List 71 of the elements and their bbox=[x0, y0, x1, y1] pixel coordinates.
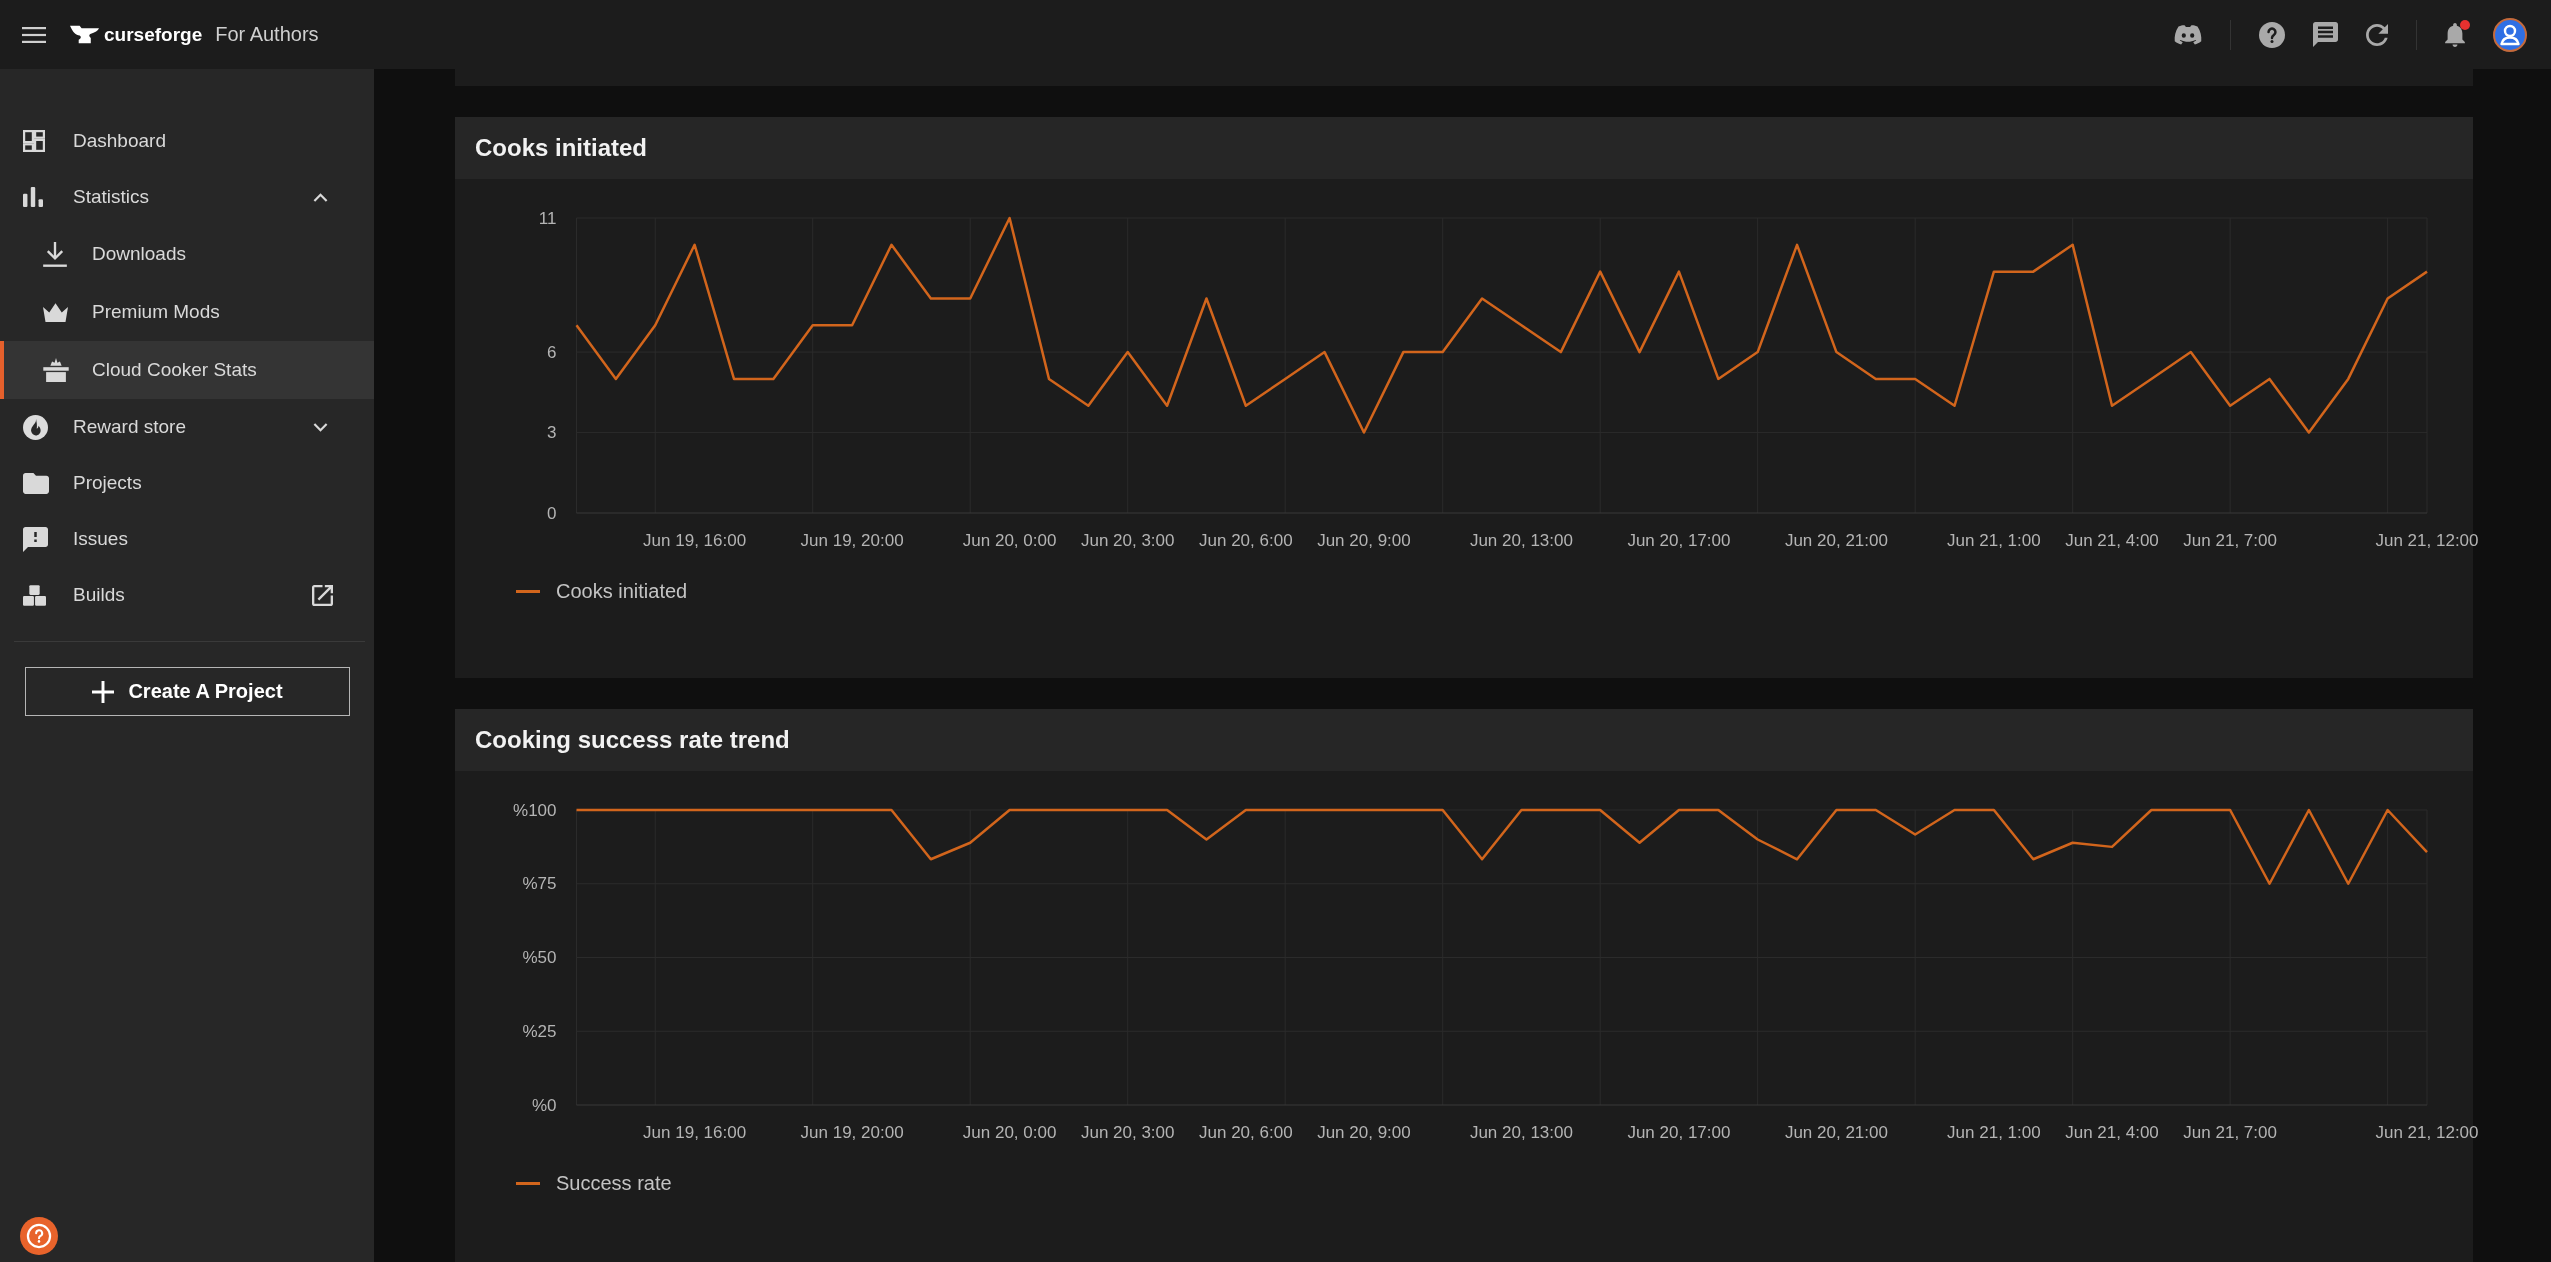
card-title: Cooking success rate trend bbox=[475, 726, 790, 754]
card-title: Cooks initiated bbox=[475, 134, 648, 162]
menu-icon[interactable] bbox=[22, 26, 46, 43]
download-icon bbox=[43, 241, 67, 267]
x-axis-label: Jun 20, 13:00 bbox=[1469, 530, 1573, 550]
x-axis-label: Jun 21, 1:00 bbox=[1947, 1122, 2041, 1142]
x-axis-label: Jun 19, 16:00 bbox=[643, 1122, 747, 1142]
nav-item[interactable]: Reward store bbox=[0, 399, 374, 455]
plus-icon bbox=[92, 680, 115, 703]
pot-icon bbox=[43, 358, 69, 382]
nav-subitem[interactable]: Premium Mods bbox=[0, 283, 374, 341]
x-axis-label: Jun 20, 0:00 bbox=[962, 530, 1057, 550]
folder-icon bbox=[23, 472, 49, 494]
x-axis-label: Jun 19, 16:00 bbox=[643, 530, 747, 550]
chat-icon[interactable] bbox=[2313, 22, 2338, 47]
bell-icon[interactable] bbox=[2445, 22, 2465, 47]
create-project-button[interactable]: Create A Project bbox=[25, 667, 350, 716]
y-axis-label: %0 bbox=[531, 1095, 557, 1115]
x-axis-label: Jun 19, 20:00 bbox=[800, 1122, 904, 1142]
help-icon[interactable] bbox=[20, 1217, 58, 1255]
nav-item[interactable]: Dashboard bbox=[0, 113, 374, 169]
crown-icon bbox=[43, 302, 68, 322]
legend-label: Cooks initiated bbox=[556, 579, 688, 603]
dashboard-icon bbox=[23, 130, 45, 152]
flame-icon bbox=[23, 414, 48, 440]
x-axis-label: Jun 20, 21:00 bbox=[1784, 1122, 1888, 1142]
brand-name[interactable]: curseforge bbox=[104, 23, 203, 46]
x-axis-label: Jun 20, 6:00 bbox=[1199, 530, 1293, 550]
y-axis-label: %25 bbox=[522, 1021, 557, 1041]
x-axis-label: Jun 20, 9:00 bbox=[1317, 530, 1411, 550]
x-axis-label: Jun 20, 3:00 bbox=[1080, 530, 1175, 550]
y-axis-label: 0 bbox=[547, 503, 557, 523]
nav-item[interactable]: Statistics bbox=[0, 169, 374, 225]
x-axis-label: Jun 20, 6:00 bbox=[1199, 1122, 1293, 1142]
x-axis-label: Jun 21, 7:00 bbox=[2183, 530, 2277, 550]
gamepad-icon[interactable] bbox=[2174, 24, 2202, 45]
y-axis-label: 3 bbox=[547, 423, 557, 443]
x-axis-label: Jun 20, 17:00 bbox=[1627, 530, 1731, 550]
x-axis-label: Jun 19, 20:00 bbox=[800, 530, 904, 550]
x-axis-label: Jun 21, 4:00 bbox=[2065, 1122, 2159, 1142]
nav-subitem[interactable]: Downloads bbox=[0, 225, 374, 283]
nav-item[interactable]: Builds bbox=[0, 567, 374, 623]
nav-item[interactable]: Issues bbox=[0, 511, 374, 567]
x-axis-label: Jun 20, 3:00 bbox=[1080, 1122, 1175, 1142]
y-axis-label: %100 bbox=[513, 800, 557, 820]
y-axis-label: 11 bbox=[538, 208, 557, 228]
y-axis-label: %50 bbox=[522, 948, 557, 967]
y-axis-label: 6 bbox=[547, 342, 557, 362]
nav-item[interactable]: Projects bbox=[0, 455, 374, 511]
x-axis-label: Jun 21, 7:00 bbox=[2183, 1122, 2277, 1142]
legend-label: Success rate bbox=[556, 1171, 672, 1195]
x-axis-label: Jun 20, 21:00 bbox=[1784, 530, 1888, 550]
bar-chart-icon bbox=[23, 187, 43, 207]
y-axis-label: %75 bbox=[522, 874, 557, 894]
help-icon[interactable] bbox=[2259, 21, 2285, 48]
x-axis-label: Jun 20, 0:00 bbox=[962, 1122, 1057, 1142]
x-axis-label: Jun 20, 17:00 bbox=[1627, 1122, 1731, 1142]
x-axis-label: Jun 20, 9:00 bbox=[1317, 1122, 1411, 1142]
avatar-icon[interactable] bbox=[2493, 17, 2527, 52]
x-axis-label: Jun 21, 1:00 bbox=[1947, 530, 2041, 550]
blocks-icon bbox=[23, 584, 46, 606]
x-axis-label: Jun 21, 4:00 bbox=[2065, 530, 2159, 550]
x-axis-label: Jun 21, 12:00 bbox=[2375, 530, 2479, 550]
external-link-icon bbox=[312, 584, 333, 606]
section-title: For Authors bbox=[215, 23, 319, 46]
alert-bubble-icon bbox=[23, 526, 48, 552]
nav-subitem[interactable]: Cloud Cooker Stats bbox=[0, 341, 374, 399]
anvil-logo-icon[interactable] bbox=[70, 25, 99, 44]
x-axis-label: Jun 21, 12:00 bbox=[2375, 1122, 2479, 1142]
refresh-icon[interactable] bbox=[2366, 23, 2388, 46]
x-axis-label: Jun 20, 13:00 bbox=[1469, 1122, 1573, 1142]
